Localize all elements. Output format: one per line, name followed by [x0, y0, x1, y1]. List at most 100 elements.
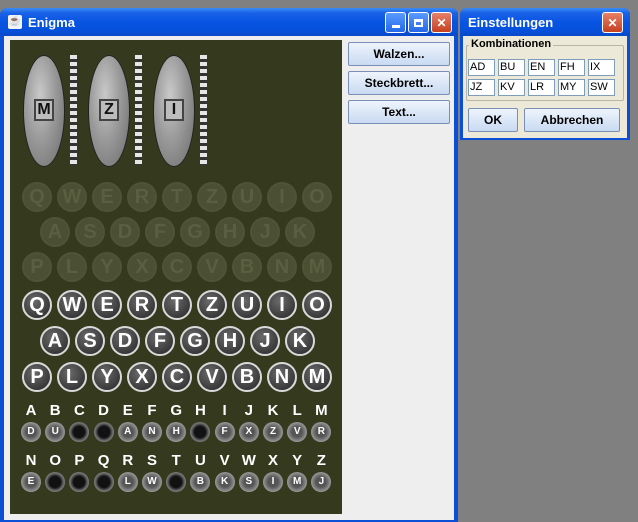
- lamp-f: F: [145, 217, 175, 247]
- plug-socket[interactable]: Z: [263, 422, 283, 442]
- key-h[interactable]: H: [215, 326, 245, 356]
- plug-socket[interactable]: K: [214, 472, 235, 492]
- plug-letter: M: [293, 476, 302, 487]
- rotor-gear[interactable]: [135, 55, 142, 165]
- lamp-q: Q: [22, 182, 52, 212]
- key-f[interactable]: F: [145, 326, 175, 356]
- plug-socket[interactable]: D: [21, 422, 41, 442]
- key-b[interactable]: B: [232, 362, 262, 392]
- plug-socket[interactable]: [190, 422, 211, 442]
- combination-field[interactable]: SW: [588, 79, 615, 96]
- plug-socket[interactable]: W: [142, 472, 162, 492]
- plug-socket[interactable]: A: [117, 422, 138, 442]
- window-title: Enigma: [28, 15, 75, 30]
- enigma-titlebar[interactable]: ☕ Enigma ✕: [0, 8, 458, 36]
- combination-field[interactable]: BU: [498, 59, 525, 76]
- plug-letter: J: [318, 476, 325, 487]
- enigma-machine-panel: MZI QWERTZUIOASDFGHJKPLYXCVBNM QWERTZUIO…: [10, 40, 342, 514]
- rotor-gear[interactable]: [200, 55, 207, 165]
- plug-socket[interactable]: L: [117, 472, 138, 492]
- key-s[interactable]: S: [75, 326, 105, 356]
- key-t[interactable]: T: [162, 290, 192, 320]
- rotor-gear[interactable]: [70, 55, 77, 165]
- ok-button[interactable]: OK: [468, 108, 518, 132]
- close-button[interactable]: ✕: [431, 12, 452, 33]
- plug-socket[interactable]: E: [21, 472, 41, 492]
- key-o[interactable]: O: [302, 290, 332, 320]
- combination-field[interactable]: FH: [558, 59, 585, 76]
- plug-socket[interactable]: H: [166, 422, 187, 442]
- rotor-2[interactable]: Z: [88, 55, 130, 167]
- key-d[interactable]: D: [110, 326, 140, 356]
- plug-letter: X: [245, 426, 253, 437]
- combination-field[interactable]: IX: [588, 59, 615, 76]
- key-a[interactable]: A: [40, 326, 70, 356]
- key-p[interactable]: P: [22, 362, 52, 392]
- key-w[interactable]: W: [57, 290, 87, 320]
- plugboard-letter-c: C: [73, 402, 85, 419]
- plug-socket[interactable]: [69, 422, 90, 442]
- plug-socket[interactable]: V: [287, 422, 308, 442]
- plug-socket[interactable]: M: [287, 472, 308, 492]
- plug-letter: R: [317, 426, 325, 437]
- plug-socket[interactable]: J: [311, 472, 332, 492]
- plug-socket[interactable]: R: [311, 422, 332, 442]
- minimize-button[interactable]: [385, 12, 406, 33]
- key-i[interactable]: I: [267, 290, 297, 320]
- plug-socket[interactable]: [69, 472, 90, 492]
- lamp-z: Z: [197, 182, 227, 212]
- combination-field[interactable]: LR: [528, 79, 555, 96]
- steckbrett-button[interactable]: Steckbrett...: [348, 71, 450, 95]
- key-m[interactable]: M: [302, 362, 332, 392]
- plugboard-letter-z: Z: [316, 452, 326, 469]
- plug-socket[interactable]: B: [190, 472, 211, 492]
- key-g[interactable]: G: [180, 326, 210, 356]
- dialog-close-button[interactable]: ✕: [602, 12, 623, 33]
- combination-field[interactable]: EN: [528, 59, 555, 76]
- cancel-button[interactable]: Abbrechen: [524, 108, 620, 132]
- plug-socket[interactable]: F: [214, 422, 235, 442]
- key-z[interactable]: Z: [197, 290, 227, 320]
- key-j[interactable]: J: [250, 326, 280, 356]
- plug-letter: B: [196, 476, 204, 487]
- plug-socket[interactable]: I: [263, 472, 283, 492]
- key-l[interactable]: L: [57, 362, 87, 392]
- key-k[interactable]: K: [285, 326, 315, 356]
- plug-socket[interactable]: [93, 422, 114, 442]
- combination-field[interactable]: MY: [558, 79, 585, 96]
- combination-field[interactable]: AD: [468, 59, 495, 76]
- text-button[interactable]: Text...: [348, 100, 450, 124]
- key-n[interactable]: N: [267, 362, 297, 392]
- plug-socket[interactable]: [93, 472, 114, 492]
- combination-field[interactable]: KV: [498, 79, 525, 96]
- close-icon: ✕: [436, 15, 447, 30]
- plug-socket[interactable]: S: [238, 472, 259, 492]
- rotor-1[interactable]: M: [23, 55, 65, 167]
- lamp-j: J: [250, 217, 280, 247]
- key-v[interactable]: V: [197, 362, 227, 392]
- key-q[interactable]: Q: [22, 290, 52, 320]
- plug-socket[interactable]: [45, 472, 66, 492]
- key-x[interactable]: X: [127, 362, 157, 392]
- app-icon: ☕: [8, 15, 22, 29]
- cancel-label: Abbrechen: [540, 113, 604, 127]
- minimize-icon: [391, 25, 400, 28]
- key-r[interactable]: R: [127, 290, 157, 320]
- plug-socket[interactable]: U: [45, 422, 66, 442]
- rotor-3[interactable]: I: [153, 55, 195, 167]
- key-u[interactable]: U: [232, 290, 262, 320]
- combination-field[interactable]: JZ: [468, 79, 495, 96]
- plugboard-letter-y: Y: [292, 452, 303, 469]
- plugboard-letter-j: J: [244, 402, 253, 419]
- settings-titlebar[interactable]: Einstellungen ✕: [460, 8, 630, 36]
- plug-socket[interactable]: X: [238, 422, 259, 442]
- key-c[interactable]: C: [162, 362, 192, 392]
- plug-socket[interactable]: [166, 472, 187, 492]
- key-y[interactable]: Y: [92, 362, 122, 392]
- walzen-button[interactable]: Walzen...: [348, 42, 450, 66]
- key-e[interactable]: E: [92, 290, 122, 320]
- maximize-button[interactable]: [408, 12, 429, 33]
- plug-socket[interactable]: N: [142, 422, 162, 442]
- rotor-window-letter: Z: [99, 99, 119, 121]
- lamp-k: K: [285, 217, 315, 247]
